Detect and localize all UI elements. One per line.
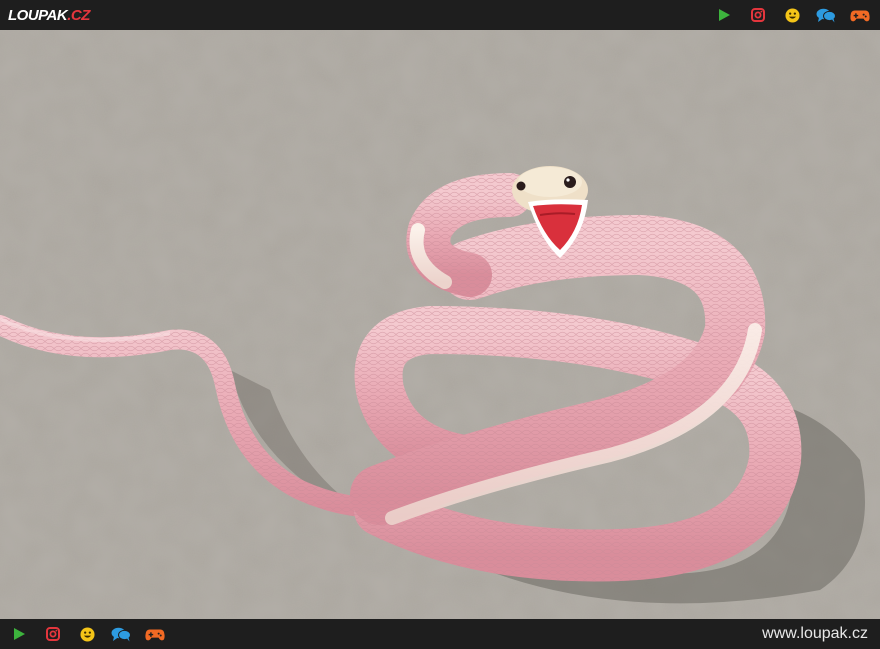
smiley-icon[interactable] [782, 5, 802, 25]
main-photo [0, 30, 880, 619]
top-bar: LOUPAK .CZ [0, 0, 880, 30]
play-icon[interactable] [9, 624, 29, 644]
gamepad-icon[interactable] [850, 5, 870, 25]
logo-main-text: LOUPAK [8, 6, 68, 24]
bottom-bar: www.loupak.cz [0, 619, 880, 649]
site-url-link[interactable]: www.loupak.cz [762, 625, 868, 643]
snake-photo-illustration [0, 30, 880, 619]
logo-tld-text: .CZ [67, 6, 90, 24]
gamepad-icon[interactable] [145, 624, 165, 644]
smiley-icon[interactable] [77, 624, 97, 644]
bottom-icon-bar [9, 624, 165, 644]
instagram-icon[interactable] [748, 5, 768, 25]
top-icon-bar [714, 5, 870, 25]
chat-bubbles-icon[interactable] [816, 5, 836, 25]
chat-bubbles-icon[interactable] [111, 624, 131, 644]
instagram-icon[interactable] [43, 624, 63, 644]
play-icon[interactable] [714, 5, 734, 25]
site-logo[interactable]: LOUPAK .CZ [8, 4, 90, 26]
